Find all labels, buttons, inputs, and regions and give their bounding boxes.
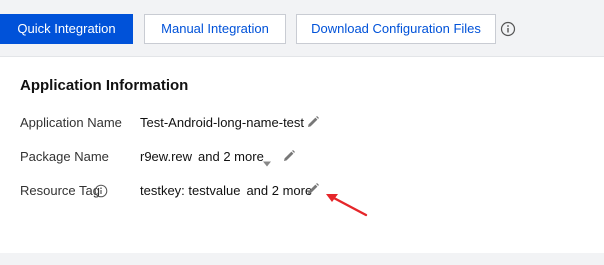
- application-name-row: Application Name Test-Android-long-name-…: [20, 113, 580, 133]
- info-circle-icon[interactable]: [500, 21, 516, 37]
- package-name-label: Package Name: [20, 149, 109, 164]
- red-arrow-icon: [320, 188, 370, 218]
- integration-tabs: Quick Integration Manual Integration Dow…: [0, 14, 604, 44]
- package-name-row: Package Name r9ew.rew and 2 more: [20, 147, 580, 167]
- tab-download-configuration-files[interactable]: Download Configuration Files: [296, 14, 496, 44]
- application-information-card: Application Information Application Name…: [0, 56, 604, 253]
- card-title: Application Information: [20, 77, 189, 94]
- info-circle-icon[interactable]: [94, 184, 108, 198]
- package-name-more: and 2 more: [198, 149, 264, 164]
- resource-tag-label: Resource Tag: [20, 183, 100, 198]
- tab-quick-integration[interactable]: Quick Integration: [0, 14, 133, 44]
- resource-tag-text: testkey: testvalue: [140, 183, 241, 198]
- resource-tag-value: testkey: testvalue and 2 more: [140, 183, 312, 198]
- package-name-text: r9ew.rew: [140, 149, 193, 164]
- application-name-value: Test-Android-long-name-test: [140, 115, 305, 130]
- resource-tag-row: Resource Tag testkey: testvalue and 2 mor…: [20, 181, 580, 201]
- caret-down-icon[interactable]: [262, 155, 272, 167]
- edit-resource-tag-icon[interactable]: [306, 182, 320, 196]
- edit-application-name-icon[interactable]: [306, 115, 320, 129]
- package-name-value: r9ew.rew and 2 more: [140, 149, 264, 164]
- application-name-label: Application Name: [20, 115, 122, 130]
- tab-manual-integration[interactable]: Manual Integration: [144, 14, 286, 44]
- resource-tag-more: and 2 more: [246, 183, 313, 198]
- edit-package-name-icon[interactable]: [282, 149, 296, 163]
